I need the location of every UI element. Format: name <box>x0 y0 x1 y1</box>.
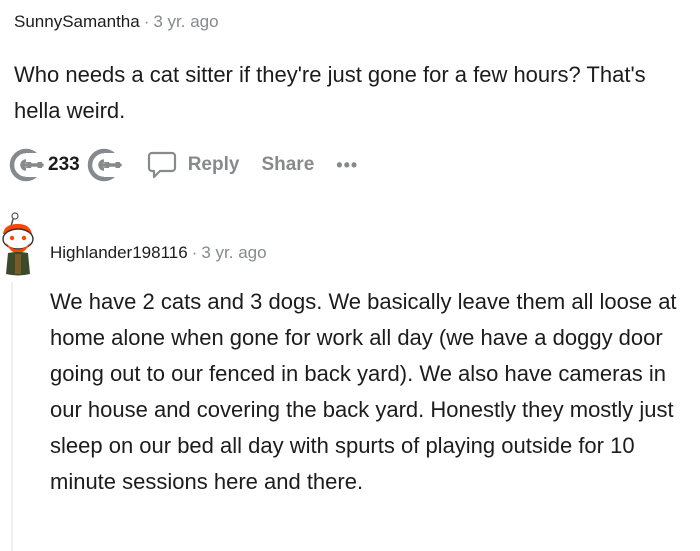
snoo-avatar[interactable] <box>0 212 36 278</box>
speech-bubble-icon <box>147 151 176 179</box>
meta-separator: · <box>191 243 198 262</box>
more-options-button[interactable]: ••• <box>336 155 358 176</box>
comment-timestamp[interactable]: 3 yr. ago <box>201 243 266 262</box>
comment-body: Who needs a cat sitter if they're just g… <box>14 62 646 123</box>
meta-separator: · <box>143 12 150 31</box>
comment-meta: Highlander198116 · 3 yr. ago <box>50 241 267 265</box>
comment-timestamp[interactable]: 3 yr. ago <box>153 12 218 31</box>
reply-button[interactable]: Reply <box>146 149 240 181</box>
comment-body: We have 2 cats and 3 dogs. We basically … <box>50 289 677 494</box>
reply-label: Reply <box>187 154 240 175</box>
downvote-button[interactable] <box>84 143 124 187</box>
comment-action-bar: 233 Reply Share ••• <box>6 143 358 187</box>
comment-meta: SunnySamantha · 3 yr. ago <box>14 10 219 34</box>
comment-author[interactable]: Highlander198116 <box>50 243 188 262</box>
share-button[interactable]: Share <box>261 154 314 176</box>
avatar-image <box>2 212 34 276</box>
upvote-button[interactable] <box>6 143 46 187</box>
thread-line[interactable] <box>11 282 13 551</box>
upvote-icon <box>9 148 44 182</box>
vote-score: 233 <box>48 154 80 175</box>
comment-author[interactable]: SunnySamantha <box>14 12 140 31</box>
downvote-icon <box>87 148 122 182</box>
